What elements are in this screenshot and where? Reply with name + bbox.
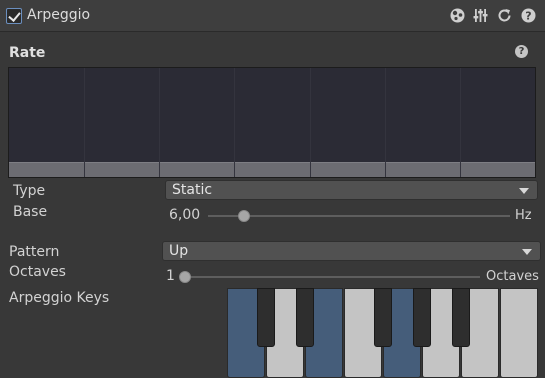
pattern-label: Pattern [9, 244, 60, 260]
rate-graph-floor [9, 162, 535, 177]
rate-graph-gridline [460, 68, 461, 177]
octaves-label: Octaves [9, 264, 66, 280]
piano-white-key[interactable] [500, 288, 538, 378]
svg-text:?: ? [525, 10, 531, 23]
piano-black-key[interactable] [452, 288, 470, 347]
component-title: Arpeggio [27, 7, 91, 23]
presets-icon[interactable] [449, 7, 466, 24]
type-dropdown[interactable]: Static [165, 180, 538, 200]
octaves-slider-thumb[interactable] [179, 271, 191, 283]
checkmark-icon [8, 9, 21, 22]
pattern-dropdown[interactable]: Up [162, 241, 541, 261]
rate-graph-gridline [84, 68, 85, 177]
piano-black-key[interactable] [296, 288, 314, 347]
base-label: Base [13, 204, 48, 220]
arpeggio-keys-label: Arpeggio Keys [9, 290, 110, 306]
type-value: Static [172, 182, 213, 198]
piano-black-key[interactable] [257, 288, 275, 347]
piano-black-key[interactable] [413, 288, 431, 347]
pattern-value: Up [169, 243, 189, 259]
rate-help-icon[interactable]: ? [515, 45, 528, 58]
base-unit: Hz [515, 208, 532, 223]
chevron-down-icon [522, 249, 532, 255]
base-value[interactable]: 6,00 [169, 207, 200, 224]
base-slider-track[interactable] [208, 215, 510, 217]
rate-graph-gridline [385, 68, 386, 177]
arpeggio-keyboard [227, 288, 540, 378]
rate-graph[interactable] [8, 67, 536, 178]
arpeggio-panel: Arpeggio ? Rate ? Type Static Base 6,00 … [0, 0, 545, 378]
reset-icon[interactable] [496, 7, 513, 24]
chevron-down-icon [519, 188, 529, 194]
type-label: Type [13, 183, 46, 199]
base-slider-thumb[interactable] [238, 210, 251, 222]
component-header: Arpeggio ? [0, 0, 545, 32]
rate-graph-gridline [310, 68, 311, 177]
settings-sliders-icon[interactable] [472, 7, 489, 24]
rate-title: Rate [9, 45, 46, 61]
piano-black-key[interactable] [374, 288, 392, 347]
octaves-slider-track[interactable] [185, 276, 480, 278]
help-icon[interactable]: ? [520, 7, 537, 24]
rate-graph-gridline [234, 68, 235, 177]
rate-graph-gridline [159, 68, 160, 177]
octaves-unit: Octaves [486, 269, 539, 284]
enable-checkbox[interactable] [6, 8, 22, 24]
octaves-value[interactable]: 1 [166, 268, 175, 285]
